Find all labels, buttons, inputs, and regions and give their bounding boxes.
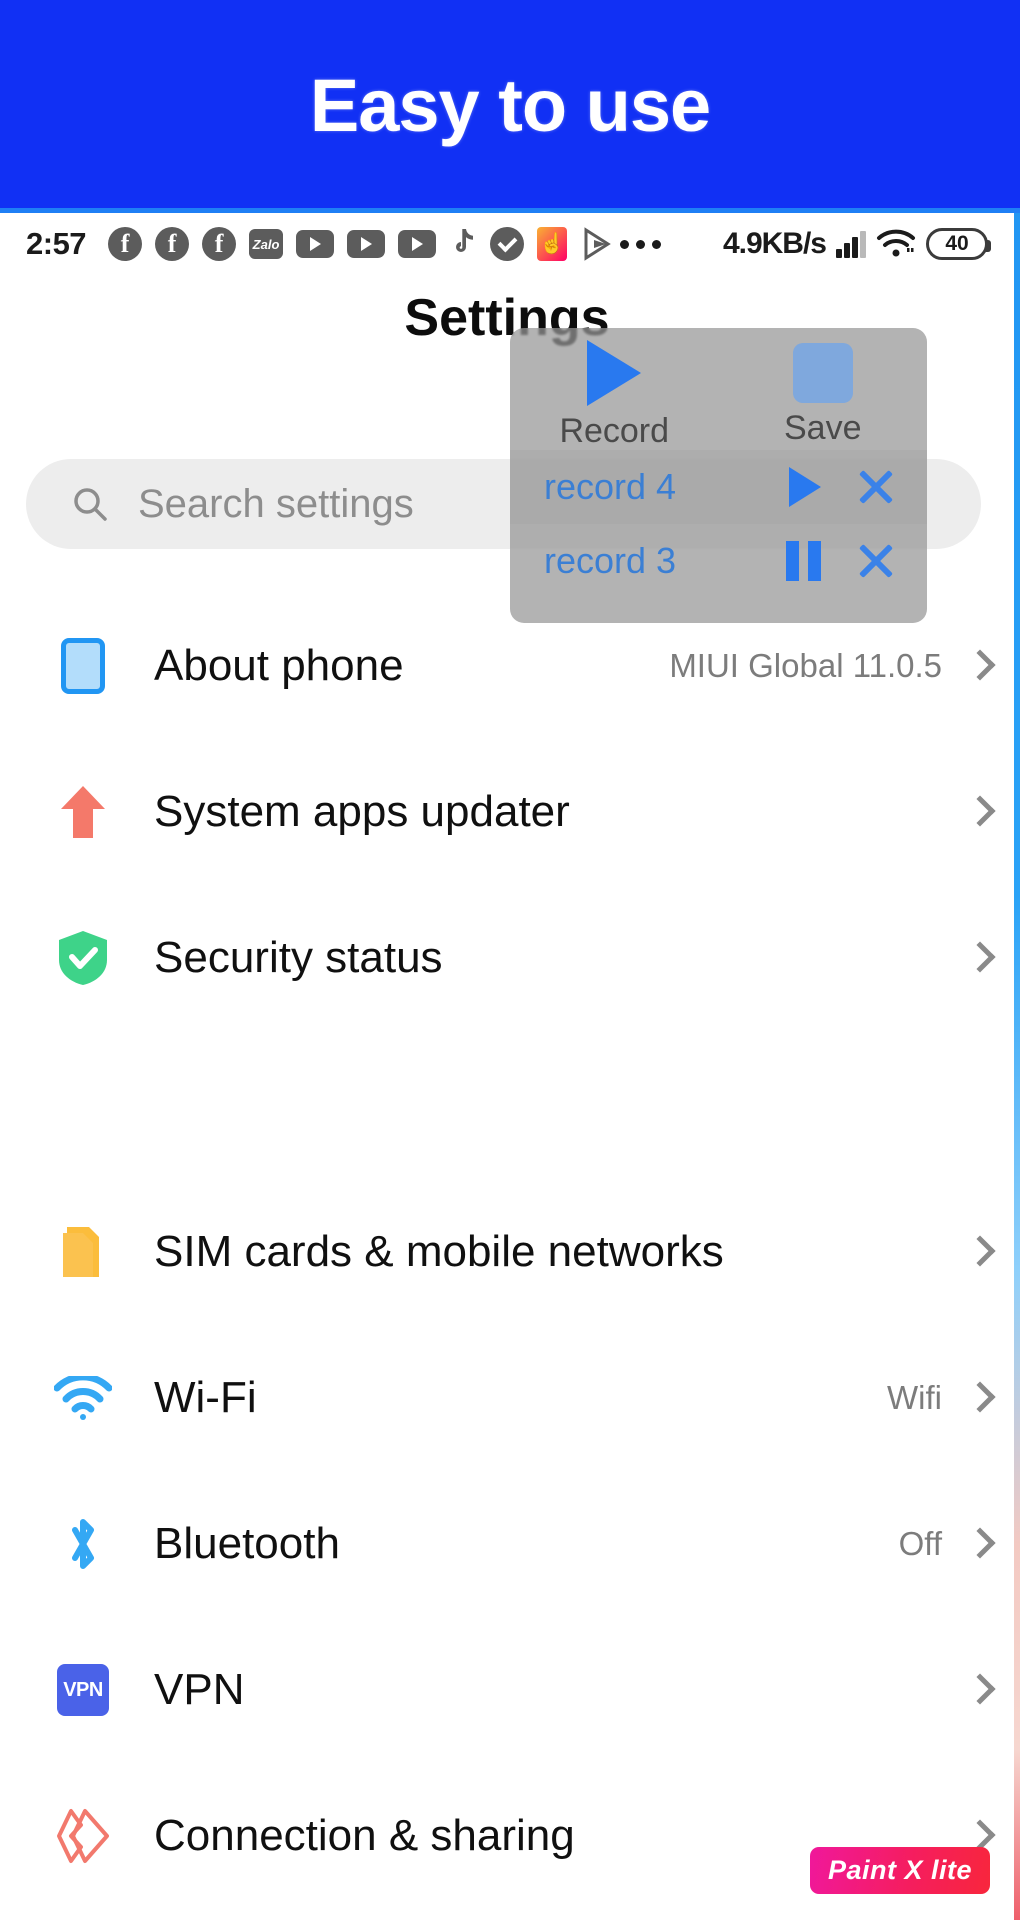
status-app-icons: Zalo ☝: [108, 227, 614, 261]
recording-actions: [789, 466, 897, 508]
promo-banner: Easy to use: [0, 0, 1020, 212]
settings-row-label: Wi-Fi: [154, 1373, 257, 1422]
app-watermark: Paint X lite: [809, 1847, 990, 1894]
record-button[interactable]: Record: [510, 328, 719, 450]
screen-recorder-overlay[interactable]: Record Save record 4 record 3: [510, 328, 927, 623]
sim-card-icon: [52, 1223, 114, 1281]
facebook-icon: [108, 227, 143, 261]
wifi-icon: [52, 1373, 114, 1420]
search-placeholder: Search settings: [138, 481, 414, 526]
settings-row-value: Off: [898, 1525, 942, 1562]
settings-row-label: VPN: [154, 1665, 245, 1714]
settings-row-label: About phone: [154, 641, 404, 690]
cellular-signal-icon: [836, 230, 866, 258]
screen-root: Easy to use 2:57 Zalo ☝: [0, 0, 1020, 1920]
settings-row-label: Security status: [154, 933, 443, 982]
recorder-controls: Record Save: [510, 328, 927, 450]
arrow-up-icon: [52, 783, 114, 841]
recording-name: record 3: [544, 540, 677, 581]
promo-banner-title: Easy to use: [309, 64, 711, 147]
youtube-icon: [347, 230, 386, 258]
chevron-right-icon: [968, 648, 990, 684]
zalo-icon: Zalo: [249, 229, 284, 259]
phone-icon: [52, 638, 114, 694]
search-icon: [71, 485, 109, 523]
shield-check-icon: [52, 929, 114, 987]
chevron-right-icon: [968, 794, 990, 830]
battery-level-label: 40: [945, 232, 969, 255]
play-icon[interactable]: [789, 467, 821, 507]
save-button-label: Save: [784, 409, 862, 447]
network-speed-label: 4.9KB/s: [722, 227, 827, 260]
settings-row-security-status[interactable]: Security status: [0, 885, 1014, 1031]
right-edge-strip: [1014, 213, 1020, 1920]
settings-list: About phone MIUI Global 11.0.5 System ap…: [0, 593, 1014, 1909]
recording-list-item[interactable]: record 3: [510, 524, 927, 598]
chevron-right-icon: [968, 1526, 990, 1562]
wifi-icon: [876, 229, 916, 259]
play-triangle-icon: [587, 340, 642, 406]
pause-icon[interactable]: [786, 541, 821, 581]
facebook-icon: [155, 227, 190, 261]
youtube-icon: [398, 230, 437, 258]
vpn-icon-label: VPN: [57, 1664, 109, 1716]
settings-row-label: Bluetooth: [154, 1519, 340, 1568]
tiktok-icon: [449, 227, 477, 261]
likee-icon: ☝: [537, 227, 568, 261]
vpn-icon: VPN: [52, 1664, 114, 1716]
settings-row-label: Connection & sharing: [154, 1811, 575, 1860]
settings-row-value: MIUI Global 11.0.5: [669, 647, 942, 684]
save-button[interactable]: Save: [719, 328, 928, 450]
status-bar: 2:57 Zalo ☝ 4.9KB/s: [0, 213, 1014, 275]
settings-row-label: System apps updater: [154, 787, 570, 836]
recording-name: record 4: [544, 466, 677, 507]
recording-actions: [786, 540, 897, 582]
status-right-cluster: 4.9KB/s 40: [722, 227, 991, 261]
stop-square-icon: [792, 343, 853, 403]
youtube-icon: [296, 230, 335, 258]
close-x-icon[interactable]: [855, 540, 897, 582]
status-clock: 2:57: [26, 226, 87, 261]
connection-sharing-icon: [52, 1807, 114, 1865]
settings-row-bluetooth[interactable]: Bluetooth Off: [0, 1471, 1014, 1617]
chevron-right-icon: [968, 1380, 990, 1416]
settings-row-value: Wifi: [887, 1379, 942, 1416]
chevron-right-icon: [968, 940, 990, 976]
settings-row-vpn[interactable]: VPN VPN: [0, 1617, 1014, 1763]
settings-row-system-apps-updater[interactable]: System apps updater: [0, 739, 1014, 885]
chevron-right-icon: [968, 1672, 990, 1708]
settings-group-divider: [0, 1031, 1014, 1179]
settings-row-wifi[interactable]: Wi-Fi Wifi: [0, 1325, 1014, 1471]
more-dots-icon: [620, 239, 662, 249]
battery-icon: 40: [926, 228, 991, 260]
close-x-icon[interactable]: [855, 466, 897, 508]
chevron-right-icon: [968, 1234, 990, 1270]
settings-row-sim-cards[interactable]: SIM cards & mobile networks: [0, 1179, 1014, 1325]
settings-row-label: SIM cards & mobile networks: [154, 1227, 724, 1276]
record-button-label: Record: [559, 412, 670, 450]
check-circle-icon: [490, 227, 525, 261]
play-store-icon: [580, 227, 614, 261]
bluetooth-icon: [52, 1514, 114, 1574]
facebook-icon: [202, 227, 237, 261]
recording-list-item[interactable]: record 4: [510, 450, 927, 524]
